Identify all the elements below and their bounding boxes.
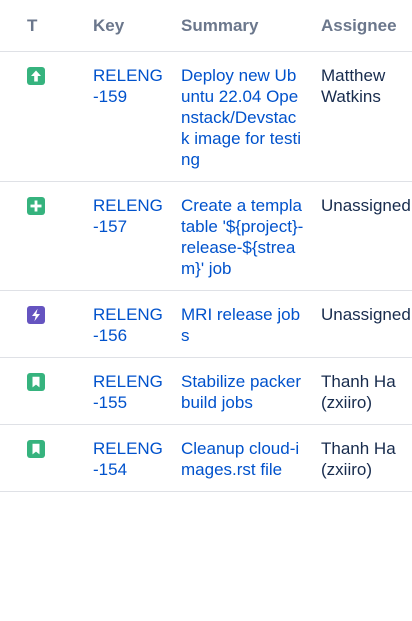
assignee-cell: Unassigned bbox=[310, 181, 412, 291]
new-feature-icon bbox=[27, 197, 45, 215]
table-row[interactable]: RELENG-155 Stabilize packer build jobs Tha… bbox=[0, 357, 412, 425]
issue-summary-link[interactable]: Deploy new Ubuntu 22.04 Openstack/Devsta… bbox=[181, 66, 301, 169]
assignee-name: Matthew bbox=[321, 66, 386, 85]
header-row: T Key Summary Assignee bbox=[0, 0, 412, 52]
table-row[interactable]: RELENG-159 Deploy new Ubuntu 22.04 Openst… bbox=[0, 51, 412, 182]
assignee-name: Unassigned bbox=[321, 196, 411, 215]
improvement-icon bbox=[27, 67, 45, 85]
assignee-cell: Unassigned bbox=[310, 290, 412, 358]
issue-table: T Key Summary Assignee RELENG-159 Deploy … bbox=[0, 0, 412, 492]
type-cell bbox=[0, 51, 82, 182]
table-row[interactable]: RELENG-154 Cleanup cloud-images.rst file T… bbox=[0, 424, 412, 492]
summary-cell: Create a templatable '${project}-release… bbox=[170, 181, 310, 291]
epic-icon bbox=[27, 306, 45, 324]
assignee-cell: Thanh Ha (zxiiro) bbox=[310, 357, 412, 425]
issue-summary-link[interactable]: Create a templatable '${project}-release… bbox=[181, 196, 303, 278]
summary-cell: Cleanup cloud-images.rst file bbox=[170, 424, 310, 492]
key-column-header[interactable]: Key bbox=[82, 0, 170, 52]
key-cell: RELENG-154 bbox=[82, 424, 170, 492]
summary-cell: Deploy new Ubuntu 22.04 Openstack/Devsta… bbox=[170, 51, 310, 182]
assignee-name: Thanh Ha bbox=[321, 439, 396, 458]
assignee-column-header[interactable]: Assignee bbox=[310, 0, 412, 52]
key-cell: RELENG-159 bbox=[82, 51, 170, 182]
summary-cell: MRI release jobs bbox=[170, 290, 310, 358]
assignee-name: Unassigned bbox=[321, 305, 411, 324]
table-body: RELENG-159 Deploy new Ubuntu 22.04 Openst… bbox=[0, 51, 412, 492]
type-column-header[interactable]: T bbox=[0, 0, 82, 52]
assignee-username: (zxiiro) bbox=[321, 460, 372, 479]
summary-cell: Stabilize packer build jobs bbox=[170, 357, 310, 425]
key-cell: RELENG-156 bbox=[82, 290, 170, 358]
story-icon bbox=[27, 440, 45, 458]
issue-summary-link[interactable]: Stabilize packer build jobs bbox=[181, 372, 301, 412]
type-cell bbox=[0, 290, 82, 358]
story-icon bbox=[27, 373, 45, 391]
assignee-username: (zxiiro) bbox=[321, 393, 372, 412]
issue-key-link[interactable]: RELENG-156 bbox=[93, 305, 163, 345]
key-cell: RELENG-157 bbox=[82, 181, 170, 291]
key-cell: RELENG-155 bbox=[82, 357, 170, 425]
issue-key-link[interactable]: RELENG-159 bbox=[93, 66, 163, 106]
issue-key-link[interactable]: RELENG-157 bbox=[93, 196, 163, 236]
issue-summary-link[interactable]: Cleanup cloud-images.rst file bbox=[181, 439, 299, 479]
issue-key-link[interactable]: RELENG-155 bbox=[93, 372, 163, 412]
table-header: T Key Summary Assignee bbox=[0, 0, 412, 52]
issue-key-link[interactable]: RELENG-154 bbox=[93, 439, 163, 479]
type-cell bbox=[0, 357, 82, 425]
summary-column-header[interactable]: Summary bbox=[170, 0, 310, 52]
table-row[interactable]: RELENG-156 MRI release jobs Unassigned bbox=[0, 290, 412, 358]
type-cell bbox=[0, 424, 82, 492]
issue-summary-link[interactable]: MRI release jobs bbox=[181, 305, 300, 345]
assignee-cell: Thanh Ha (zxiiro) bbox=[310, 424, 412, 492]
type-cell bbox=[0, 181, 82, 291]
assignee-name: Thanh Ha bbox=[321, 372, 396, 391]
assignee-cell: Matthew Watkins bbox=[310, 51, 412, 182]
assignee-username: Watkins bbox=[321, 87, 381, 106]
table-row[interactable]: RELENG-157 Create a templatable '${projec… bbox=[0, 181, 412, 291]
